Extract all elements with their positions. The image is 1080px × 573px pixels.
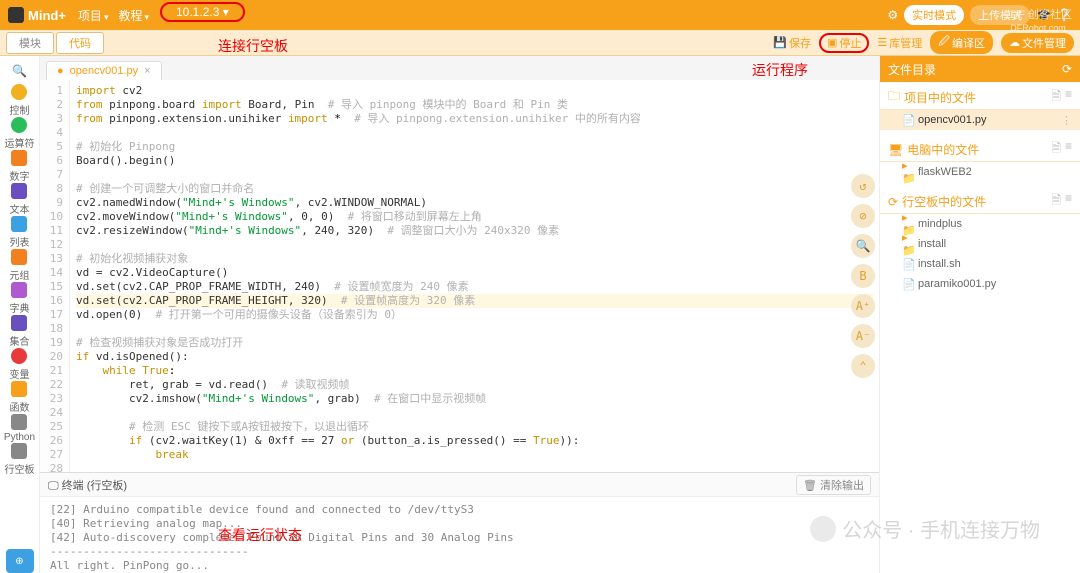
file-item[interactable]: ▸ 📁flaskWEB2 [880, 162, 1080, 182]
watermark: 公众号 · 手机连接万物 [810, 514, 1040, 543]
stop-button[interactable]: ▣ 停止 [819, 33, 869, 53]
lib-manage-button[interactable]: ☰ 库管理 [877, 35, 922, 51]
menu-icon[interactable]: ≡ [1065, 87, 1072, 108]
file-item[interactable]: ▸ 📁install [880, 234, 1080, 254]
new-file-icon[interactable]: 🗎 [1051, 191, 1061, 212]
section-project-files[interactable]: 🗀项目中的文件🗎≡ [880, 86, 1080, 110]
file-panel: 文件目录⟳ 🗀项目中的文件🗎≡ 📄opencv001.py⋮ 🖥电脑中的文件🗎≡… [880, 56, 1080, 573]
menu-tutorial[interactable]: 教程▾ [118, 7, 149, 24]
search-icon[interactable]: 🔍 [12, 64, 27, 78]
editor-tool-button[interactable]: B [851, 264, 875, 288]
rail-文本[interactable]: 文本 [4, 183, 35, 216]
clear-output-button[interactable]: 🗑 清除输出 [796, 475, 871, 495]
editor-area: ● opencv001.py × 12345678910111213141516… [40, 56, 880, 573]
tab-code[interactable]: 代码 [56, 32, 104, 54]
settings-icon[interactable]: ⚙ [887, 8, 898, 22]
rail-控制[interactable]: 控制 [4, 84, 35, 117]
mode-realtime-button[interactable]: 实时模式 [904, 5, 964, 25]
build-area-button[interactable]: 🖉 编译区 [930, 31, 993, 54]
editor-tool-button[interactable]: ⌃ [851, 354, 875, 378]
connection-ip[interactable]: 10.1.2.3 ▾ [160, 2, 245, 22]
terminal-output[interactable]: [22] Arduino compatible device found and… [40, 497, 879, 573]
editor-tool-button[interactable]: ↺ [851, 174, 875, 198]
main-area: 🔍 控制运算符数字文本列表元组字典集合变量函数Python行空板 ⊕ ● ope… [0, 56, 1080, 573]
sub-bar: 模块 代码 💾 保存 ▣ 停止 ☰ 库管理 🖉 编译区 ☁ 文件管理 [0, 30, 1080, 56]
annotation-connect: 连接行空板 [218, 36, 288, 56]
extensions-button[interactable]: ⊕ [6, 549, 34, 573]
rail-数字[interactable]: 数字 [4, 150, 35, 183]
save-button[interactable]: 💾 保存 [773, 35, 811, 51]
app-logo: Mind+ [8, 7, 66, 23]
editor-tool-button[interactable]: ⊘ [851, 204, 875, 228]
rail-行空板[interactable]: 行空板 [4, 443, 35, 476]
df-community-link[interactable]: DF 创客社区DFRobot.com [1010, 6, 1072, 34]
rail-变量[interactable]: 变量 [4, 348, 35, 381]
menu-icon[interactable]: ≡ [1065, 191, 1072, 212]
rail-元组[interactable]: 元组 [4, 249, 35, 282]
rail-字典[interactable]: 字典 [4, 282, 35, 315]
rail-列表[interactable]: 列表 [4, 216, 35, 249]
annotation-status: 查看运行状态 [218, 525, 302, 545]
tab-blocks[interactable]: 模块 [6, 32, 54, 54]
menu-project[interactable]: 项目▾ [78, 7, 109, 24]
new-file-icon[interactable]: 🗎 [1051, 87, 1061, 108]
editor-side-buttons: ↺ ⊘ 🔍 B A⁺ A⁻ ⌃ [851, 174, 875, 378]
category-rail: 🔍 控制运算符数字文本列表元组字典集合变量函数Python行空板 ⊕ [0, 56, 40, 573]
code-editor[interactable]: 1234567891011121314151617181920212223242… [40, 80, 879, 472]
rail-集合[interactable]: 集合 [4, 315, 35, 348]
close-icon[interactable]: × [144, 65, 150, 77]
top-bar: Mind+ 项目▾ 教程▾ 10.1.2.3 ▾ ⚙ 实时模式 上传模式 🎓 ❔… [0, 0, 1080, 30]
new-file-icon[interactable]: 🗎 [1051, 139, 1061, 160]
file-panel-header: 文件目录⟳ [880, 56, 1080, 82]
terminal: 🖵 终端 (行空板) 🗑 清除输出 [22] Arduino compatibl… [40, 472, 879, 573]
rail-运算符[interactable]: 运算符 [4, 117, 35, 150]
file-item[interactable]: 📄paramiko001.py [880, 274, 1080, 294]
menu-icon[interactable]: ≡ [1065, 139, 1072, 160]
file-item[interactable]: 📄install.sh [880, 254, 1080, 274]
editor-tool-button[interactable]: A⁻ [851, 324, 875, 348]
file-item[interactable]: 📄opencv001.py⋮ [880, 110, 1080, 130]
editor-tool-button[interactable]: 🔍 [851, 234, 875, 258]
refresh-icon[interactable]: ⟳ [1062, 62, 1072, 76]
rail-函数[interactable]: 函数 [4, 381, 35, 414]
annotation-run: 运行程序 [752, 60, 808, 80]
terminal-title: 🖵 终端 (行空板) [48, 477, 127, 493]
file-manage-button[interactable]: ☁ 文件管理 [1001, 33, 1074, 53]
wechat-icon [810, 516, 836, 542]
editor-tool-button[interactable]: A⁺ [851, 294, 875, 318]
editor-tab[interactable]: ● opencv001.py × [46, 61, 162, 80]
rail-Python[interactable]: Python [4, 414, 35, 443]
